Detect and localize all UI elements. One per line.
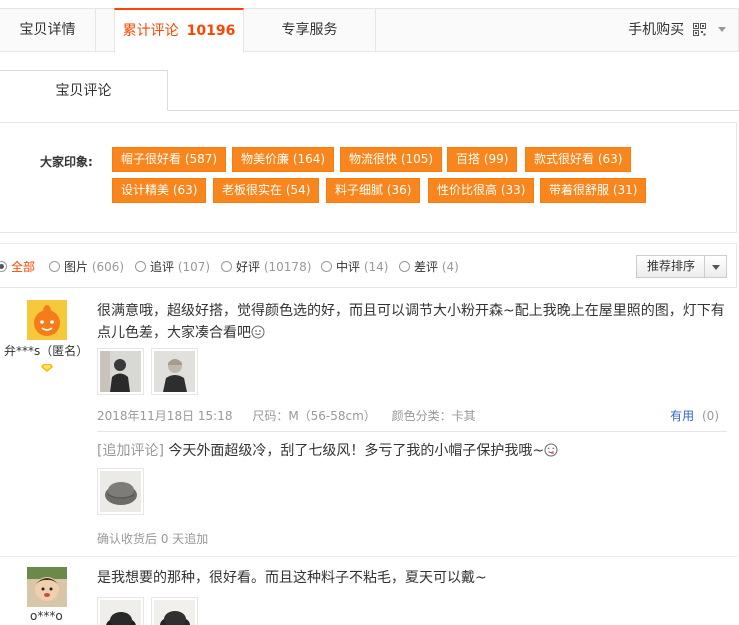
top-tab-bar: 宝贝详情 累计评论 10196 专享服务 手机购买 [0,8,739,53]
filter-pics-label: 图片 [64,260,89,274]
useful-count: (0) [702,409,719,423]
impression-tag[interactable]: 老板很实在 (54) [213,178,320,203]
photo-image [100,351,141,392]
review-photo-thumbnail[interactable] [97,597,144,625]
review-meta: 2018年11月18日 15:18 尺码：M（56-58cm） 颜色分类：卡其 [97,407,476,424]
impression-tag[interactable]: 性价比很高 (33) [428,178,535,203]
review-item: 弁***s（匿名） 很满意哦，超级好搭，觉得颜色选的好，而且可以调节大小粉开森~… [0,297,739,553]
diamond-badge-icon [41,364,53,372]
review-username: 弁***s（匿名） [4,344,89,358]
review-filter-bar: 全部 图片 (606) 追评 (107) 好评 (10178) 中评 (14) … [0,243,737,288]
filter-bad-label: 差评 [414,260,439,274]
filter-pics-count: (606) [91,260,125,274]
filter-bad-count: (4) [441,260,459,274]
review-photo-thumbnail[interactable] [151,348,198,395]
review-size: 尺码：M（56-58cm） [252,409,376,423]
chevron-down-icon [718,27,726,32]
smile-emoji-icon [251,325,265,339]
review-color: 颜色分类：卡其 [391,409,476,423]
impression-tag[interactable]: 款式很好看 (63) [525,147,632,172]
impression-tag[interactable]: 物美价廉 (164) [232,147,335,172]
photo-image [100,471,141,512]
filter-mid[interactable]: 中评 (14) [321,258,388,275]
review-text: 很满意哦，超级好搭，觉得颜色选的好，而且可以调节大小粉开森~配上我晚上在屋里照的… [97,300,733,344]
filter-append-count: (107) [177,260,211,274]
review-date: 2018年11月18日 15:18 [97,409,233,423]
useful-button[interactable]: 有用 (0) [670,407,719,424]
impression-tag[interactable]: 物流很快 (105) [340,147,443,172]
append-divider [97,431,727,432]
chevron-down-icon [712,265,720,270]
mobile-buy-button[interactable]: 手机购买 [628,9,726,51]
append-photo-thumbnail[interactable] [97,468,144,515]
filter-append-label: 追评 [150,260,175,274]
review-photo-thumbnail[interactable] [151,597,198,625]
user-avatar[interactable] [27,567,67,607]
mobile-buy-label: 手机购买 [628,22,685,38]
photo-image [154,351,195,392]
impression-tag[interactable]: 料子细腻 (36) [326,178,421,203]
filter-append[interactable]: 追评 (107) [135,258,210,275]
impression-tag[interactable]: 百搭 (99) [447,147,518,172]
reviews-count: 10196 [186,23,236,39]
tab-product-reviews[interactable]: 宝贝评论 [0,70,168,111]
sort-dropdown[interactable]: 推荐排序 [636,255,727,278]
impression-tag[interactable]: 设计精美 (63) [112,178,207,203]
qr-code-icon [692,23,706,36]
radio-icon [321,261,332,272]
review-username: o***o [30,609,63,623]
filter-good-label: 好评 [236,260,261,274]
append-review: [追加评论] 今天外面超级冷，刮了七级风！多亏了我的小帽子保护我哦~ [97,440,733,462]
impression-tag[interactable]: 帽子很好看 (587) [112,147,227,172]
impressions-panel: 大家印象: 帽子很好看 (587) 物美价廉 (164) 物流很快 (105) … [0,122,737,233]
sort-separator [704,256,705,277]
useful-label: 有用 [670,409,695,423]
review-photo-thumbnail[interactable] [97,348,144,395]
radio-icon [399,261,410,272]
filter-pics[interactable]: 图片 (606) [49,258,124,275]
append-tag: [追加评论] [97,443,164,459]
filter-mid-label: 中评 [336,260,361,274]
review-text-content: 很满意哦，超级好搭，觉得颜色选的好，而且可以调节大小粉开森~配上我晚上在屋里照的… [97,303,725,341]
tongue-emoji-icon [544,443,558,457]
impression-tag[interactable]: 带着很舒服 (31) [540,178,647,203]
radio-icon [49,261,60,272]
append-text: 今天外面超级冷，刮了七级风！多亏了我的小帽子保护我哦~ [168,443,545,459]
review-text: 是我想要的那种，很好看。而且这种料子不粘毛，夏天可以戴~ [97,570,487,586]
radio-icon [221,261,232,272]
filter-bad[interactable]: 差评 (4) [399,258,459,275]
filter-mid-count: (14) [363,260,389,274]
tab-item-detail[interactable]: 宝贝详情 [0,8,96,52]
filter-all-label: 全部 [11,260,36,274]
tab-service[interactable]: 专享服务 [244,8,376,52]
tab-reviews-label: 累计评论 [122,23,179,39]
filter-good-count: (10178) [263,260,312,274]
photo-image [100,600,141,625]
sort-label: 推荐排序 [647,259,696,273]
review-divider [0,556,737,557]
tab-reviews[interactable]: 累计评论 10196 [114,8,244,53]
radio-icon [135,261,146,272]
impressions-label: 大家印象: [40,155,93,169]
radio-icon [0,261,7,272]
photo-image [154,600,195,625]
filter-all[interactable]: 全部 [0,258,35,275]
filter-good[interactable]: 好评 (10178) [221,258,311,275]
review-item: o***o 是我想要的那种，很好看。而且这种料子不粘毛，夏天可以戴~ [0,564,739,625]
append-meta: 确认收货后 0 天追加 [97,532,209,546]
user-avatar[interactable] [27,300,67,340]
